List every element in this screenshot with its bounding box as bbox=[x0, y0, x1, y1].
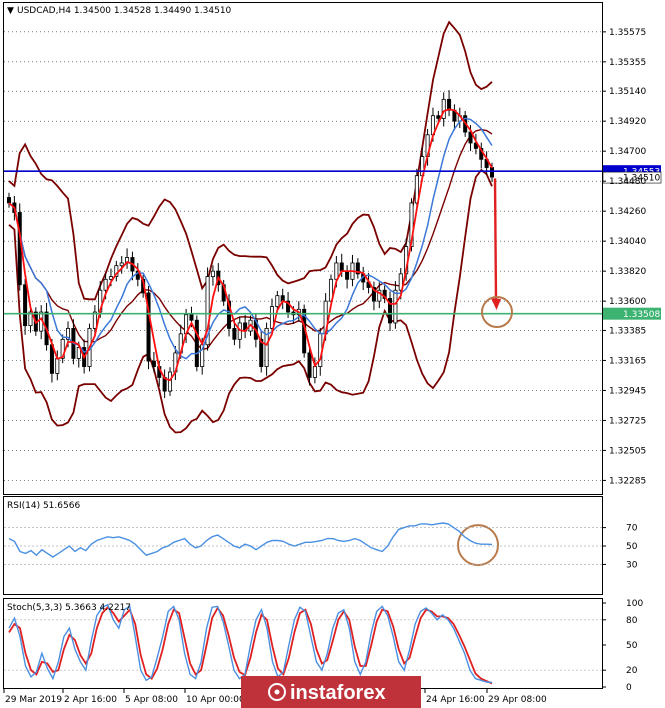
candle-body bbox=[103, 278, 108, 291]
chart-canvas: 1.345531.335081.34510 705030 1008050200 … bbox=[3, 2, 662, 708]
price-tick-label: 1.32945 bbox=[609, 386, 646, 396]
price-tick-label: 1.34480 bbox=[609, 177, 646, 187]
price-panel-title-arrow: ▼ bbox=[7, 6, 14, 16]
candle-body bbox=[339, 262, 344, 272]
rsi-tick-label: 70 bbox=[626, 524, 638, 534]
time-tick-label: 24 Apr 16:00 bbox=[426, 695, 485, 705]
moving-averages bbox=[8, 108, 493, 382]
candle-body bbox=[194, 319, 199, 367]
price-tick-label: 1.35355 bbox=[609, 58, 646, 68]
level-label: 1.33508 bbox=[623, 310, 660, 320]
candle-body bbox=[334, 262, 339, 280]
instaforex-watermark: instaforex bbox=[241, 676, 421, 708]
candlesticks bbox=[6, 90, 495, 399]
candle-body bbox=[345, 270, 350, 280]
stoch-tick-label: 100 bbox=[626, 599, 643, 609]
bollinger-upper-line bbox=[8, 20, 493, 301]
rsi-highlight-circle bbox=[457, 524, 499, 567]
rsi-tick-label: 30 bbox=[626, 560, 638, 570]
price-panel-title: USDCAD,H4 1.34500 1.34528 1.34490 1.3451… bbox=[17, 6, 232, 16]
time-tick-label: 10 Apr 00:00 bbox=[186, 695, 245, 705]
candle-body bbox=[307, 352, 312, 378]
time-tick-label: 29 Apr 08:00 bbox=[488, 695, 547, 705]
time-tick-label: 29 Mar 2019 bbox=[5, 695, 62, 705]
stoch-main-line bbox=[8, 603, 493, 684]
rsi-line bbox=[8, 522, 493, 558]
candle-body bbox=[151, 360, 156, 367]
ma-fast-line bbox=[8, 108, 493, 382]
candle-body bbox=[92, 311, 97, 329]
price-tick-label: 1.34700 bbox=[609, 147, 646, 157]
candle-body bbox=[436, 115, 441, 119]
bollinger-bands bbox=[8, 20, 493, 434]
stoch-tick-label: 20 bbox=[626, 666, 638, 676]
rsi-tick-label: 50 bbox=[626, 542, 638, 552]
price-tick-label: 1.33600 bbox=[609, 297, 646, 307]
rsi-panel: 70 50 30 bbox=[4, 522, 638, 570]
price-panel-frame bbox=[3, 2, 603, 495]
candle-body bbox=[393, 289, 398, 324]
stoch-tick-label: 50 bbox=[626, 641, 638, 651]
time-tick-label: 2 Apr 16:00 bbox=[64, 695, 117, 705]
price-tick-label: 1.34040 bbox=[609, 237, 646, 247]
candle-body bbox=[6, 197, 12, 204]
rsi-panel-title: RSI(14) 51.6566 bbox=[7, 501, 80, 511]
candle-body bbox=[489, 167, 495, 178]
price-tick-label: 1.33385 bbox=[609, 326, 646, 336]
price-tick-label: 1.32285 bbox=[609, 476, 646, 486]
candle-body bbox=[232, 327, 237, 340]
price-tick-label: 1.32505 bbox=[609, 446, 646, 456]
candle-body bbox=[275, 295, 280, 307]
rsi-panel-frame bbox=[3, 496, 603, 595]
forecast-arrow-head bbox=[491, 297, 501, 310]
candle-body bbox=[55, 357, 60, 374]
price-tick-label: 1.32725 bbox=[609, 416, 646, 426]
stoch-tick-label: 0 bbox=[626, 683, 632, 693]
candle-body bbox=[210, 270, 215, 277]
time-tick-label: 5 Apr 08:00 bbox=[125, 695, 178, 705]
price-tick-label: 1.35140 bbox=[609, 87, 646, 97]
price-tick-label: 1.34920 bbox=[609, 117, 646, 127]
candle-body bbox=[312, 366, 317, 378]
price-tick-label: 1.33165 bbox=[609, 356, 646, 366]
candle-body bbox=[119, 262, 124, 267]
forecast-arrow-shaft bbox=[493, 178, 498, 300]
stoch-panel-title: Stoch(5,3,3) 5.3663 4.2217 bbox=[7, 603, 131, 613]
price-axis: 1.35575 1.35355 1.35140 1.34920 1.34700 1.344… bbox=[602, 28, 646, 486]
stoch-tick-label: 80 bbox=[626, 616, 638, 626]
price-tick-label: 1.34260 bbox=[609, 207, 646, 217]
price-tick-label: 1.35575 bbox=[609, 28, 646, 38]
candle-body bbox=[167, 371, 173, 392]
price-tick-label: 1.33820 bbox=[609, 267, 646, 277]
candle-body bbox=[23, 284, 28, 327]
grid-layer bbox=[4, 31, 602, 481]
candle-body bbox=[189, 314, 194, 321]
bollinger-lower-line bbox=[8, 168, 493, 434]
watermark-text: instaforex bbox=[290, 682, 386, 704]
